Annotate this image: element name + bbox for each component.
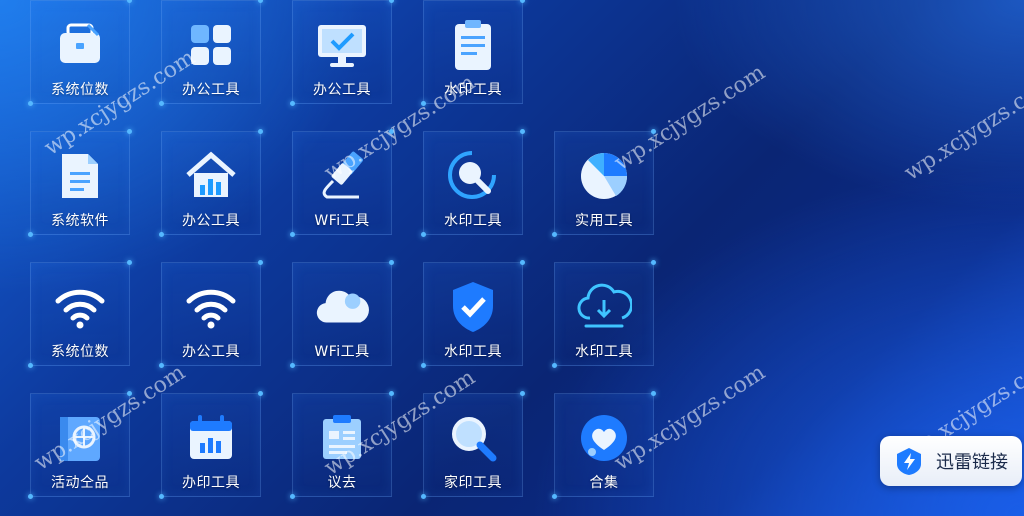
tile-label: 合集 <box>589 475 619 491</box>
calendar-chart-icon <box>183 410 239 466</box>
tile-watermark-tools-3[interactable]: 水印工具 <box>421 260 525 368</box>
heart-badge-icon <box>576 410 632 466</box>
tile-collection[interactable]: 合集 <box>552 391 656 499</box>
tile-label: 家印工具 <box>444 475 502 491</box>
tile-label: WFi工具 <box>314 213 370 229</box>
tile-office-tools-2[interactable]: 办公工具 <box>290 0 394 106</box>
xunlei-link-label: 迅雷链接 <box>936 452 1008 473</box>
tile-label: 水印工具 <box>575 344 633 360</box>
tile-home-print-tools[interactable]: 家印工具 <box>421 391 525 499</box>
tile-watermark-tools-2[interactable]: 水印工具 <box>421 129 525 237</box>
tile-label: 办公工具 <box>313 82 371 98</box>
tile-label: 水印工具 <box>444 344 502 360</box>
briefcase-icon <box>52 17 108 73</box>
tile-label: 水印工具 <box>444 82 502 98</box>
xunlei-icon <box>894 446 924 476</box>
clipboard-icon <box>445 17 501 73</box>
tile-label: 议去 <box>327 475 357 491</box>
tile-system-software[interactable]: 系统软件 <box>28 129 132 237</box>
tile-activity-products[interactable]: 活动仝品 <box>28 391 132 499</box>
tile-office-tools-4[interactable]: 办公工具 <box>159 260 263 368</box>
usb-cable-icon <box>314 148 370 204</box>
tile-wifi-tools-2[interactable]: WFi工具 <box>290 260 394 368</box>
tile-label: 实用工具 <box>575 213 633 229</box>
magnifier-ring-icon <box>445 148 501 204</box>
grid-apps-icon <box>183 17 239 73</box>
tile-label: 办公工具 <box>182 213 240 229</box>
tile-wifi-tools[interactable]: WFi工具 <box>290 129 394 237</box>
tile-watermark-tools[interactable]: 水印工具 <box>421 0 525 106</box>
tile-watermark-tools-4[interactable]: 水印工具 <box>552 260 656 368</box>
shield-check-icon <box>445 279 501 335</box>
pie-chart-icon <box>576 148 632 204</box>
passport-icon <box>52 410 108 466</box>
clipboard-list-icon <box>314 410 370 466</box>
tile-label: 办公工具 <box>182 344 240 360</box>
tile-discussion[interactable]: 议去 <box>290 391 394 499</box>
search-icon <box>445 410 501 466</box>
watermark-text: wp.xcjygzs.com <box>900 70 1024 186</box>
tile-label: WFi工具 <box>314 344 370 360</box>
tile-office-tools[interactable]: 办公工具 <box>159 0 263 106</box>
house-chart-icon <box>183 148 239 204</box>
tile-office-tools-3[interactable]: 办公工具 <box>159 129 263 237</box>
tile-label: 系统位数 <box>51 344 109 360</box>
tile-label: 办印工具 <box>182 475 240 491</box>
wifi-icon <box>52 279 108 335</box>
tile-system-bits[interactable]: 系统位数 <box>28 0 132 106</box>
tile-label: 水印工具 <box>444 213 502 229</box>
tile-label: 系统位数 <box>51 82 109 98</box>
document-icon <box>52 148 108 204</box>
tile-label: 活动仝品 <box>51 475 109 491</box>
tile-label: 系统软件 <box>51 213 109 229</box>
cloud-icon <box>314 279 370 335</box>
tile-print-tools[interactable]: 办印工具 <box>159 391 263 499</box>
tile-label: 办公工具 <box>182 82 240 98</box>
wifi-icon <box>183 279 239 335</box>
tile-system-bits-2[interactable]: 系统位数 <box>28 260 132 368</box>
cloud-download-icon <box>576 279 632 335</box>
monitor-check-icon <box>314 17 370 73</box>
tile-utility-tools[interactable]: 实用工具 <box>552 129 656 237</box>
xunlei-link-button[interactable]: 迅雷链接 <box>880 436 1022 486</box>
